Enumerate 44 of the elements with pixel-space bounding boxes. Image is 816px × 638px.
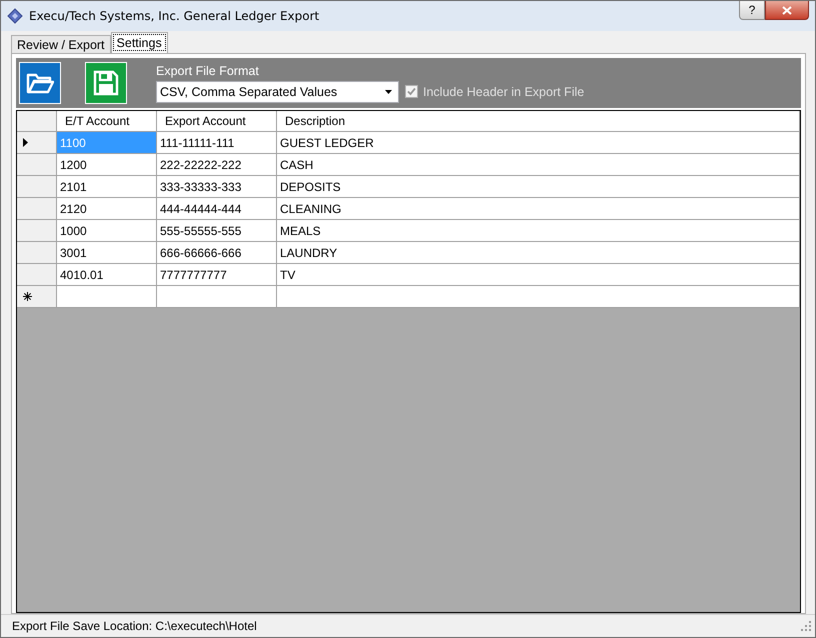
- window-title: Execu/Tech Systems, Inc. General Ledger Export: [29, 9, 320, 23]
- row-header[interactable]: [17, 286, 57, 308]
- open-button[interactable]: [19, 62, 61, 104]
- new-row-icon: [23, 292, 32, 301]
- table-cell: 1200: [57, 154, 157, 176]
- table-cell: 1100: [57, 132, 157, 154]
- table-cell: LAUNDRY: [277, 242, 800, 264]
- app-icon: [7, 8, 23, 24]
- format-label: Export File Format: [156, 64, 260, 78]
- table-cell: 2120: [57, 198, 157, 220]
- status-text: Export File Save Location: C:\executech\Hotel: [12, 619, 257, 633]
- table-cell: CASH: [277, 154, 800, 176]
- column-header[interactable]: Description: [277, 111, 800, 132]
- checkbox-label: Include Header in Export File: [423, 84, 584, 98]
- table-cell: GUEST LEDGER: [277, 132, 800, 154]
- table-cell: 444-44444-444: [157, 198, 277, 220]
- table-cell: 4010.01: [57, 264, 157, 286]
- table-cell: DEPOSITS: [277, 176, 800, 198]
- table-cell: 7777777777: [157, 264, 277, 286]
- close-button[interactable]: [765, 1, 809, 20]
- table-cell: 1000: [57, 220, 157, 242]
- tab[interactable]: Settings: [110, 32, 168, 53]
- table-cell: 111-11111-111: [157, 132, 277, 154]
- caret-icon: [385, 90, 392, 94]
- tab[interactable]: Review / Export: [11, 35, 111, 53]
- save-button[interactable]: [85, 62, 127, 104]
- column-header[interactable]: E/T Account: [57, 111, 157, 132]
- column-header[interactable]: Export Account: [157, 111, 277, 132]
- row-header[interactable]: [17, 132, 57, 154]
- close-icon: [782, 6, 792, 14]
- table-cell: 333-33333-333: [157, 176, 277, 198]
- table-cell: 3001: [57, 242, 157, 264]
- table-cell: CLEANING: [277, 198, 800, 220]
- resize-grip-icon[interactable]: [801, 621, 811, 631]
- table-cell: 222-22222-222: [157, 154, 277, 176]
- folder-icon: [26, 72, 54, 94]
- table-cell: 555-55555-555: [157, 220, 277, 242]
- table-cell: 2101: [57, 176, 157, 198]
- table-cell: 666-66666-666: [157, 242, 277, 264]
- format-dropdown[interactable]: CSV, Comma Separated Values: [156, 80, 399, 102]
- current-row-icon: [23, 138, 28, 147]
- help-button[interactable]: ?: [739, 1, 765, 20]
- table-cell: MEALS: [277, 220, 800, 242]
- table-cell: TV: [277, 264, 800, 286]
